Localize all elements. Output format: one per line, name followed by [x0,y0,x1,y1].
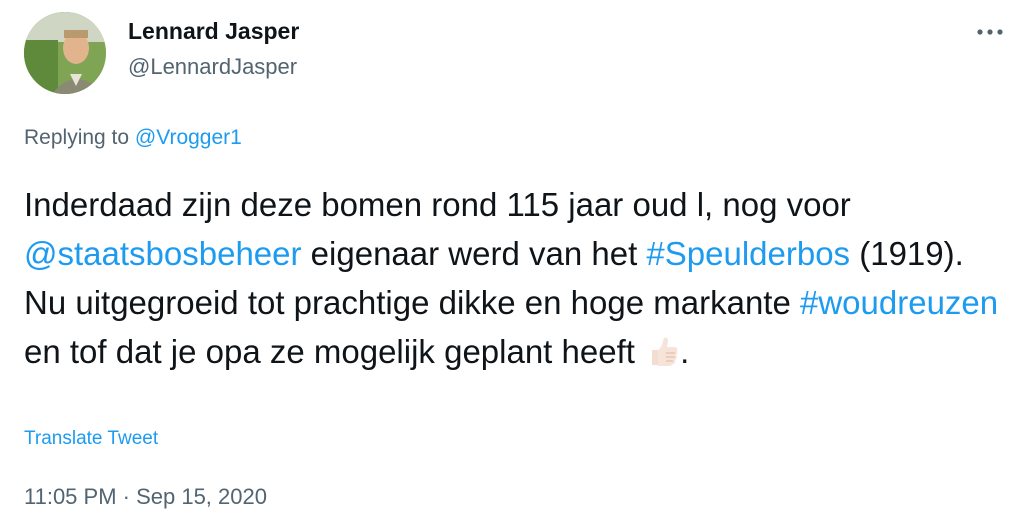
author-handle[interactable]: @LennardJasper [128,54,297,80]
tweet-text-2: eigenaar werd van het [301,235,647,272]
hashtag-link-speulderbos[interactable]: #Speulderbos [646,235,850,272]
more-options-button[interactable] [972,14,1008,50]
avatar[interactable] [24,12,106,94]
tweet-text: Inderdaad zijn deze bomen rond 115 jaar … [24,180,1004,382]
replying-to: Replying to @Vrogger1 [24,126,242,150]
mention-link[interactable]: @staatsbosbeheer [24,235,302,272]
tweet-text-1: Inderdaad zijn deze bomen rond 115 jaar … [24,186,851,223]
reply-mention-link[interactable]: @Vrogger1 [135,126,242,149]
tweet-text-4: en tof dat je opa ze mogelijk geplant he… [24,333,645,370]
translate-tweet-link[interactable]: Translate Tweet [24,428,158,450]
author-name[interactable]: Lennard Jasper [128,18,299,45]
tweet-timestamp[interactable]: 11:05 PM · Sep 15, 2020 [24,484,267,510]
hashtag-link-woudreuzen[interactable]: #woudreuzen [800,284,998,321]
more-dots-icon [977,29,1003,35]
replying-prefix: Replying to [24,126,135,149]
tweet-text-5: . [680,333,690,370]
thumbs-up-icon [644,333,680,382]
